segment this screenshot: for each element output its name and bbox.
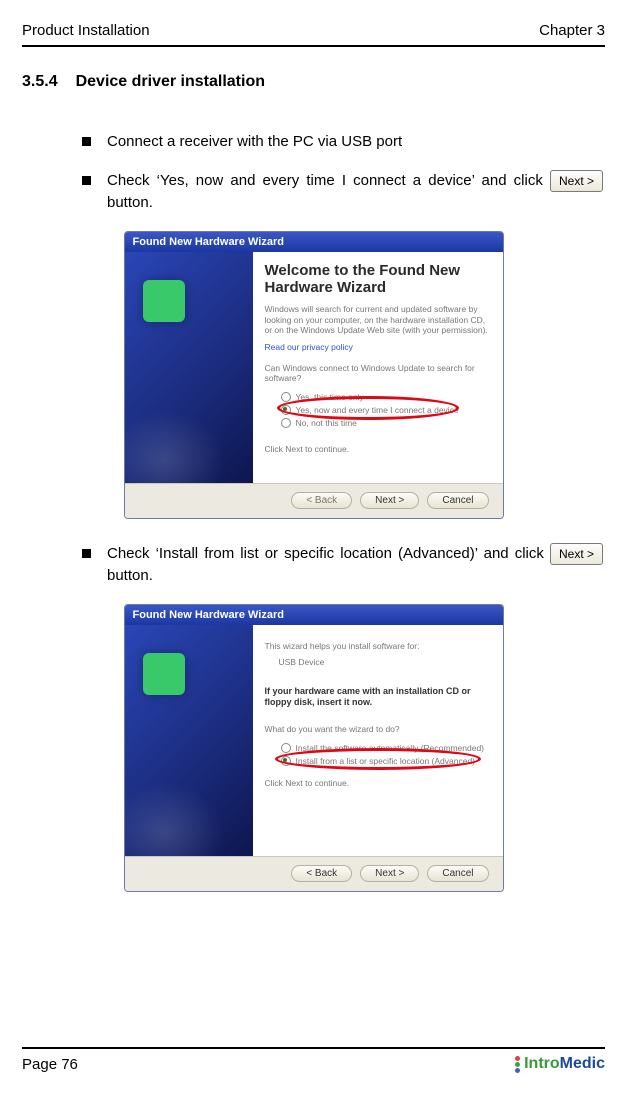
wizard2-next-button[interactable]: Next > (360, 865, 419, 882)
wizard1-privacy-link[interactable]: Read our privacy policy (265, 342, 491, 353)
wizard1-question: Can Windows connect to Windows Update to… (265, 363, 491, 384)
wizard2-cd: If your hardware came with an installati… (265, 686, 491, 709)
screenshot-1: Found New Hardware Wizard Welcome to the… (124, 231, 504, 519)
wizard1-banner (125, 252, 253, 490)
wizard1-back-button[interactable]: < Back (291, 492, 352, 509)
bullet-3: Check ‘Install from list or specific loc… (82, 543, 603, 588)
section-number: 3.5.4 (22, 73, 58, 91)
wizard1-proceed: Click Next to continue. (265, 444, 491, 455)
wizard1-options: Yes, this time only Yes, now and every t… (265, 392, 491, 428)
brand-part2: Medic (560, 1055, 605, 1072)
bullet-2: Check ‘Yes, now and every time I connect… (82, 170, 603, 215)
bullet-marker-icon (82, 176, 91, 185)
wizard2-device: USB Device (265, 657, 491, 668)
next-button-inline-1: Next > (550, 170, 603, 192)
wizard2-options: Install the software automatically (Reco… (265, 743, 491, 766)
next-button-inline-2: Next > (550, 543, 603, 565)
wizard1-opt1[interactable]: Yes, this time only (281, 392, 491, 402)
wizard2-proceed: Click Next to continue. (265, 778, 491, 789)
wizard2-cancel-button[interactable]: Cancel (427, 865, 488, 882)
wizard1-next-button[interactable]: Next > (360, 492, 419, 509)
wizard1-titlebar: Found New Hardware Wizard (125, 232, 503, 252)
wizard1-cancel-button[interactable]: Cancel (427, 492, 488, 509)
wizard2-opt1-label: Install the software automatically (Reco… (296, 743, 485, 753)
wizard2-opt2[interactable]: Install from a list or specific location… (281, 756, 491, 766)
section-heading: 3.5.4 Device driver installation (22, 73, 605, 91)
wizard1-opt3[interactable]: No, not this time (281, 418, 491, 428)
bullet-1: Connect a receiver with the PC via USB p… (82, 131, 603, 154)
wizard2-titlebar: Found New Hardware Wizard (125, 605, 503, 625)
divider-top (22, 45, 605, 47)
bullet-2-text: Check ‘Yes, now and every time I connect… (107, 170, 603, 215)
wizard1-heading: Welcome to the Found New Hardware Wizard (265, 262, 491, 297)
wizard1-para: Windows will search for current and upda… (265, 304, 491, 336)
wizard2-opt2-label: Install from a list or specific location… (296, 756, 476, 766)
wizard1-opt3-label: No, not this time (296, 418, 357, 428)
wizard2-line1: This wizard helps you install software f… (265, 641, 491, 652)
bullet-3-post: button. (107, 567, 153, 584)
wizard2-banner (125, 625, 253, 863)
bullet-1-text: Connect a receiver with the PC via USB p… (107, 131, 603, 154)
brand-part1: Intro (524, 1055, 560, 1072)
section-title: Device driver installation (76, 73, 265, 91)
bullet-2-pre: Check ‘Yes, now and every time I connect… (107, 172, 543, 189)
bullet-marker-icon (82, 137, 91, 146)
screenshot-2: Found New Hardware Wizard This wizard he… (124, 604, 504, 892)
bullet-2-post: button. (107, 194, 153, 211)
divider-bottom (22, 1047, 605, 1049)
page-number: Page 76 (22, 1056, 78, 1073)
wizard2-back-button[interactable]: < Back (291, 865, 352, 882)
bullet-marker-icon (82, 549, 91, 558)
bullet-3-pre: Check ‘Install from list or specific loc… (107, 545, 544, 562)
brand-logo: IntroMedic (515, 1055, 605, 1073)
wizard1-opt2[interactable]: Yes, now and every time I connect a devi… (281, 405, 491, 415)
header-right: Chapter 3 (539, 22, 605, 39)
logo-dots-icon (515, 1056, 520, 1073)
wizard2-opt1[interactable]: Install the software automatically (Reco… (281, 743, 491, 753)
wizard2-question: What do you want the wizard to do? (265, 724, 491, 735)
wizard1-opt2-label: Yes, now and every time I connect a devi… (296, 405, 459, 415)
wizard1-opt1-label: Yes, this time only (296, 392, 364, 402)
bullet-3-text: Check ‘Install from list or specific loc… (107, 543, 603, 588)
header-left: Product Installation (22, 22, 150, 39)
